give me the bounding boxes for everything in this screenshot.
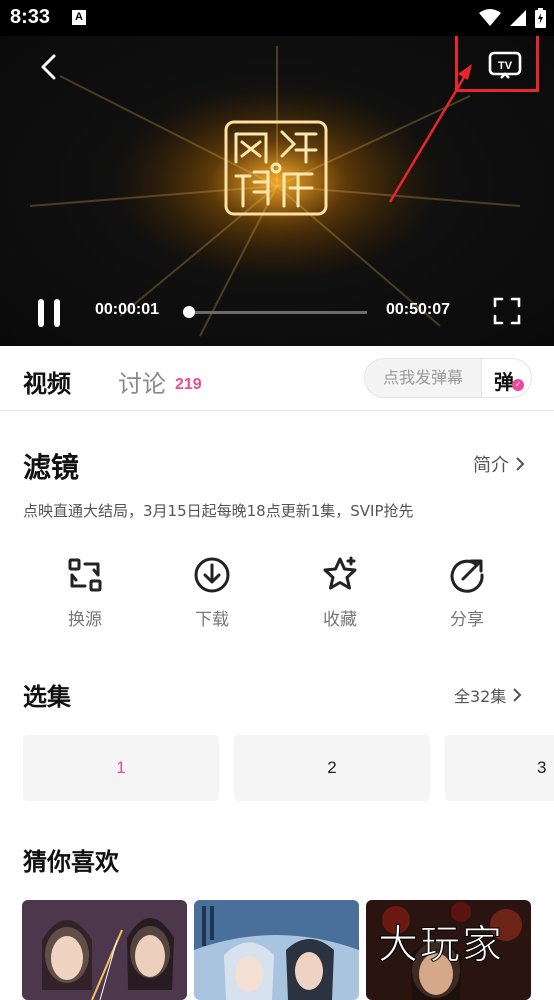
chevron-right-icon	[512, 687, 522, 703]
favorite-star-icon	[320, 555, 360, 595]
episodes-heading: 选集	[23, 677, 71, 712]
tab-video[interactable]: 视频	[23, 364, 71, 399]
recommend-heading: 猜你喜欢	[23, 842, 119, 877]
action-label: 下载	[167, 605, 257, 630]
pause-bar-left	[38, 299, 44, 327]
action-label: 分享	[422, 605, 512, 630]
poster-image	[194, 900, 359, 1000]
danmaku-input[interactable]: 点我发弹幕	[365, 359, 481, 397]
notification-icon: A	[72, 10, 86, 25]
check-icon: ✓	[512, 379, 524, 391]
share-button[interactable]: 分享	[422, 555, 512, 639]
recommend-poster[interactable]	[366, 900, 531, 1000]
progress-bar[interactable]	[187, 311, 367, 314]
total-time: 00:50:07	[386, 301, 450, 319]
content-tabs: 视频 讨论 219 点我发弹幕 弹 ✓	[0, 346, 554, 411]
share-icon	[447, 555, 487, 595]
discuss-count-badge: 219	[175, 376, 202, 394]
video-player[interactable]: TV 00:00:01 00:50:07	[0, 36, 554, 346]
danmaku-toggle-button[interactable]: 弹 ✓	[481, 359, 531, 397]
episode-item[interactable]: 2	[234, 735, 430, 801]
episode-item[interactable]: 1	[23, 735, 219, 801]
intro-label: 简介	[473, 451, 509, 477]
network-av-logo	[224, 120, 328, 216]
action-label: 收藏	[295, 605, 385, 630]
battery-icon	[535, 8, 546, 28]
show-title: 滤镜	[23, 446, 79, 486]
poster-image	[366, 900, 531, 1000]
favorite-button[interactable]: 收藏	[295, 555, 385, 639]
wifi-icon	[479, 9, 501, 27]
current-time: 00:00:01	[95, 301, 159, 319]
tv-cast-icon[interactable]: TV	[488, 50, 522, 80]
switch-source-button[interactable]: 换源	[40, 555, 130, 639]
all-episodes-label: 全32集	[454, 683, 506, 707]
all-episodes-button[interactable]: 全32集	[454, 683, 522, 707]
intro-button[interactable]: 简介	[473, 451, 525, 477]
download-icon	[192, 555, 232, 595]
recommend-poster[interactable]	[22, 900, 187, 1000]
status-bar: 8:33 A	[0, 0, 554, 36]
back-arrow-icon[interactable]	[34, 50, 66, 84]
signal-icon	[509, 9, 527, 27]
danmaku-bar: 点我发弹幕 弹 ✓	[364, 358, 532, 398]
tab-discuss[interactable]: 讨论	[118, 364, 166, 399]
danmaku-toggle-label: 弹	[494, 366, 514, 395]
switch-source-icon	[65, 555, 105, 595]
status-icons	[479, 8, 546, 28]
poster-image	[22, 900, 187, 1000]
status-time: 8:33	[10, 6, 50, 29]
fullscreen-icon[interactable]	[493, 297, 521, 325]
progress-knob[interactable]	[183, 306, 195, 318]
pause-bar-right	[54, 299, 60, 327]
action-row: 换源 下载 收藏 分享	[0, 555, 554, 639]
episode-item[interactable]: 3	[445, 735, 554, 801]
pause-button[interactable]	[36, 299, 64, 327]
action-label: 换源	[40, 605, 130, 630]
show-description: 点映直通大结局，3月15日起每晚18点更新1集，SVIP抢先	[23, 500, 414, 521]
recommend-poster[interactable]	[194, 900, 359, 1000]
svg-text:TV: TV	[498, 60, 513, 72]
chevron-right-icon	[515, 456, 525, 472]
download-button[interactable]: 下载	[167, 555, 257, 639]
player-controls: 00:00:01 00:50:07	[0, 291, 554, 336]
